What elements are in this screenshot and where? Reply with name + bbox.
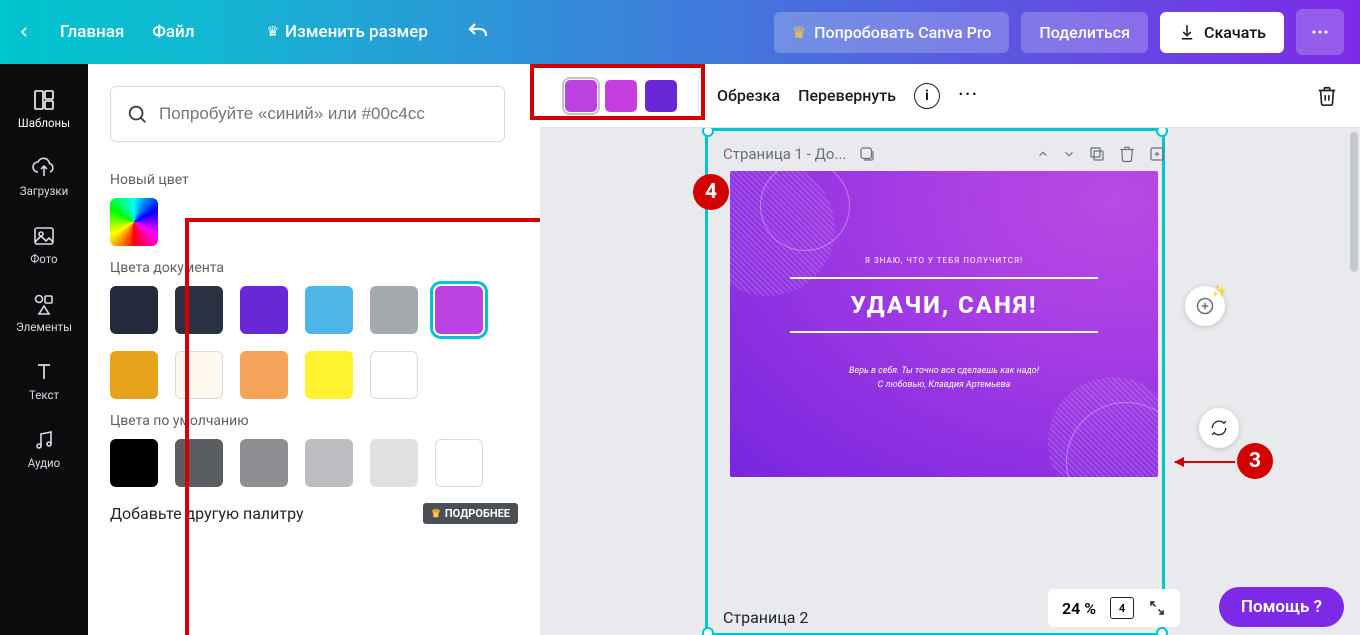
search-icon (126, 103, 148, 125)
back-icon[interactable] (16, 24, 32, 40)
try-pro-button[interactable]: ♛ Попробовать Canva Pro (774, 12, 1010, 53)
doc-color-swatch[interactable] (110, 286, 158, 334)
card-pretitle: Я ЗНАЮ, ЧТО У ТЕБЯ ПОЛУЧИТСЯ! (865, 256, 1023, 265)
doc-color-swatch[interactable] (240, 351, 288, 399)
doc-color-swatch[interactable] (175, 351, 223, 399)
help-button[interactable]: Помощь ? (1219, 587, 1344, 627)
default-color-swatch[interactable] (305, 439, 353, 487)
doc-color-swatch[interactable] (110, 351, 158, 399)
new-color-title: Новый цвет (110, 172, 518, 188)
context-color-swatch[interactable] (605, 80, 637, 112)
crop-button[interactable]: Обрезка (717, 86, 780, 105)
doc-color-swatch[interactable] (305, 286, 353, 334)
sync-fab[interactable] (1199, 408, 1239, 448)
color-panel: Новый цвет Цвета документа Цвета по умол… (88, 64, 540, 635)
share-button[interactable]: Поделиться (1021, 12, 1148, 53)
sidebar-label: Шаблоны (18, 116, 70, 130)
sidebar-label: Фото (30, 252, 57, 266)
card-line2: С любовью, Клавдия Артемьева (849, 379, 1039, 393)
more-icon[interactable]: ··· (958, 83, 978, 108)
context-toolbar: Обрезка Перевернуть i ··· (540, 64, 1360, 128)
more-menu-button[interactable]: ··· (1296, 9, 1344, 55)
sidebar-item-audio[interactable]: Аудио (26, 424, 62, 474)
download-button[interactable]: Скачать (1160, 12, 1284, 53)
doc-color-swatch[interactable] (305, 351, 353, 399)
left-sidebar: Шаблоны Загрузки Фото Элементы Текст Ауд… (0, 64, 88, 635)
default-color-swatch[interactable] (370, 439, 418, 487)
canvas-scroll[interactable]: Страница 1 - До... Я ЗНАЮ, ЧТО У ТЕ (540, 128, 1360, 635)
zoom-controls: 24 % 4 (1048, 589, 1180, 627)
doc-color-swatch[interactable] (370, 351, 418, 399)
toolbar-divider (698, 80, 699, 112)
doc-colors-title: Цвета документа (110, 260, 518, 276)
default-colors-title: Цвета по умолчанию (110, 413, 518, 429)
doc-color-swatch[interactable] (370, 286, 418, 334)
element-color-swatches (562, 77, 680, 115)
info-icon[interactable]: i (914, 83, 940, 109)
design-page-1[interactable]: Я ЗНАЮ, ЧТО У ТЕБЯ ПОЛУЧИТСЯ! УДАЧИ, САН… (730, 171, 1158, 477)
resize-label: Изменить размер (285, 22, 428, 42)
default-color-swatch[interactable] (110, 439, 158, 487)
sidebar-item-text[interactable]: Текст (27, 356, 61, 406)
add-palette-label: Добавьте другую палитру (110, 504, 304, 523)
default-color-swatch[interactable] (240, 439, 288, 487)
sidebar-item-elements[interactable]: Элементы (14, 288, 74, 338)
sidebar-item-photos[interactable]: Фото (28, 220, 59, 270)
fullscreen-icon[interactable] (1148, 599, 1166, 617)
page-2-label: Страница 2 (723, 608, 808, 627)
delete-page-icon[interactable] (1118, 145, 1136, 163)
add-element-fab[interactable]: ✨ (1185, 286, 1225, 326)
sidebar-label: Загрузки (20, 184, 68, 198)
new-color-picker[interactable] (110, 198, 158, 246)
page-down-icon[interactable] (1062, 147, 1076, 161)
card-title: УДАЧИ, САНЯ! (851, 291, 1038, 319)
sidebar-label: Элементы (16, 320, 72, 334)
resize-menu[interactable]: ♛ Изменить размер (222, 22, 427, 42)
default-color-swatch[interactable] (435, 439, 483, 487)
more-palettes-button[interactable]: ♛ПОДРОБНЕЕ (423, 503, 518, 524)
sidebar-label: Текст (29, 388, 59, 402)
undo-icon[interactable] (466, 20, 490, 44)
page-up-icon[interactable] (1036, 147, 1050, 161)
annotation-3: 3 (1237, 443, 1273, 479)
card-line1: Верь в себя. Ты точно все сделаешь как н… (849, 365, 1039, 379)
edit-title-icon[interactable] (858, 145, 876, 163)
default-color-swatch[interactable] (175, 439, 223, 487)
zoom-level[interactable]: 24 % (1062, 599, 1096, 618)
doc-color-swatch[interactable] (175, 286, 223, 334)
file-menu[interactable]: Файл (152, 22, 194, 42)
sidebar-item-uploads[interactable]: Загрузки (18, 152, 70, 202)
page-title-text: Страница 1 - До... (723, 145, 846, 163)
doc-color-swatch[interactable] (240, 286, 288, 334)
canvas-area: Обрезка Перевернуть i ··· Страница 1 - Д… (540, 64, 1360, 635)
sidebar-label: Аудио (28, 456, 60, 470)
add-page-icon[interactable] (1148, 145, 1166, 163)
home-menu[interactable]: Главная (60, 22, 124, 42)
doc-color-swatch[interactable] (435, 286, 483, 334)
scrollbar-vertical[interactable] (1350, 132, 1358, 272)
sidebar-item-templates[interactable]: Шаблоны (16, 84, 72, 134)
context-color-swatch[interactable] (645, 80, 677, 112)
color-search-input[interactable] (110, 86, 505, 142)
page-grid-button[interactable]: 4 (1110, 597, 1134, 619)
duplicate-page-icon[interactable] (1088, 145, 1106, 163)
context-color-swatch[interactable] (565, 80, 597, 112)
flip-button[interactable]: Перевернуть (798, 86, 896, 105)
delete-icon[interactable] (1316, 85, 1338, 107)
page-header: Страница 1 - До... (723, 145, 1166, 163)
top-bar: Главная Файл ♛ Изменить размер ♛ Попробо… (0, 0, 1360, 64)
